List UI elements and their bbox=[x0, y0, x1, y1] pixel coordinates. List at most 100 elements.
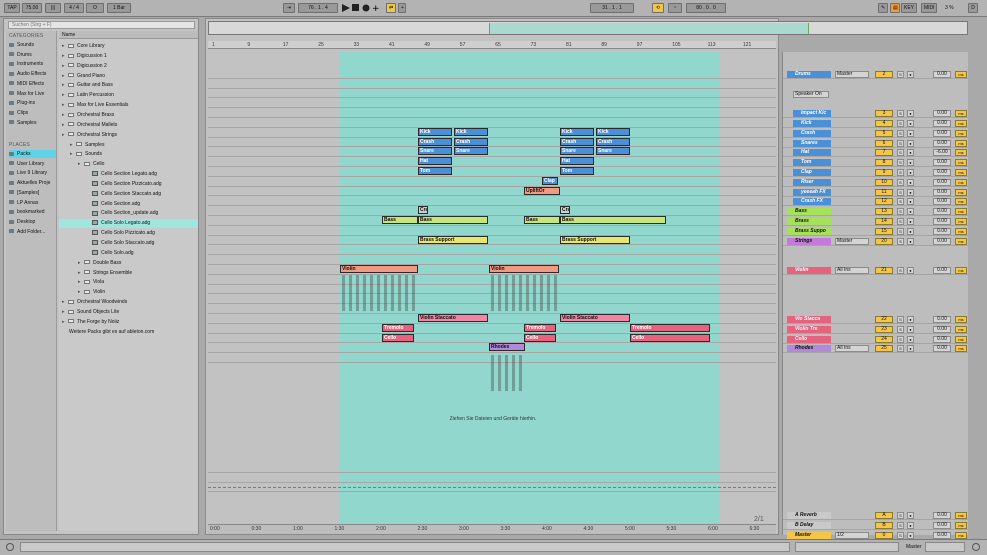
file-row[interactable]: ▸ Violin bbox=[59, 288, 198, 297]
solo-button[interactable]: S bbox=[897, 178, 904, 186]
arm-button[interactable]: ● bbox=[907, 159, 914, 167]
arm-button[interactable]: ● bbox=[907, 237, 914, 245]
file-row[interactable]: Cello Section Staccato.adg bbox=[59, 190, 198, 199]
file-row[interactable]: Cello Solo.adg bbox=[59, 249, 198, 258]
delay-unit[interactable]: ms bbox=[955, 159, 967, 167]
volume-field[interactable]: 0.00 bbox=[933, 218, 951, 225]
volume-field[interactable]: 0.00 bbox=[933, 531, 951, 539]
browser-search-input[interactable]: Suchen (Strg + F) bbox=[8, 21, 195, 29]
tap-button[interactable]: TAP bbox=[4, 3, 20, 13]
loop-start[interactable]: 31 . 1 . 1 bbox=[590, 3, 634, 13]
loop-length[interactable]: 80 . 0 . 0 bbox=[686, 3, 726, 13]
device-view-selector[interactable] bbox=[925, 542, 965, 552]
category-item[interactable]: Plug-ins bbox=[9, 99, 56, 107]
arrangement-clip[interactable]: Bass bbox=[418, 216, 488, 224]
track-activator[interactable]: 7 bbox=[875, 149, 893, 157]
arrangement-clip[interactable]: Tremolo bbox=[630, 323, 710, 332]
arrangement-clip[interactable]: Kick bbox=[454, 127, 488, 136]
track-activator[interactable]: A bbox=[875, 512, 893, 519]
arrangement-clip[interactable]: Violin Staccato bbox=[560, 314, 630, 322]
volume-field[interactable]: 0.00 bbox=[933, 129, 951, 137]
track-name[interactable]: Riser bbox=[793, 178, 831, 186]
record-icon[interactable] bbox=[362, 4, 370, 12]
solo-button[interactable]: S bbox=[897, 237, 904, 245]
beat-time-ruler[interactable]: 1 9 17 25 33 41 49 57 65 73 81 89 97 105 113 121 bbox=[208, 41, 776, 49]
track-name[interactable]: Snares bbox=[793, 139, 831, 147]
track-name[interactable]: Brass Suppo bbox=[787, 227, 831, 235]
file-row[interactable]: ▸ Digicussion 1 bbox=[59, 52, 198, 61]
arm-button[interactable]: ● bbox=[907, 110, 914, 118]
volume-field[interactable]: 0.00 bbox=[933, 120, 951, 127]
file-row[interactable]: Cello Section Pizzicato.adg bbox=[59, 180, 198, 189]
solo-button[interactable]: S bbox=[897, 139, 904, 147]
file-row[interactable]: ▸ Orchestral Mallets bbox=[59, 121, 198, 130]
arrangement-clip[interactable]: UpliftOr bbox=[524, 186, 560, 195]
arm-button[interactable]: ● bbox=[907, 325, 914, 333]
track-name[interactable]: Kick bbox=[793, 120, 831, 127]
arm-button[interactable]: ● bbox=[907, 208, 914, 216]
track-activator[interactable]: 10 bbox=[875, 178, 893, 186]
file-row[interactable]: ▸ Orchestral Woodwinds bbox=[59, 298, 198, 307]
delay-unit[interactable]: ms bbox=[955, 169, 967, 176]
volume-field[interactable]: 0.00 bbox=[933, 159, 951, 167]
arrangement-clip[interactable]: Cra bbox=[560, 206, 570, 215]
place-item[interactable]: Packs bbox=[9, 150, 56, 158]
volume-field[interactable]: 0.00 bbox=[933, 110, 951, 118]
file-row[interactable]: ▸ Grand Piano bbox=[59, 72, 198, 81]
metronome-icon[interactable]: ||| bbox=[45, 3, 61, 13]
arrangement-clip[interactable]: Crash bbox=[454, 137, 488, 146]
track-name[interactable]: Tom bbox=[793, 159, 831, 167]
arrangement-clip[interactable]: Bass bbox=[524, 216, 560, 224]
arrangement-clip[interactable]: Brass Support bbox=[560, 235, 630, 244]
volume-field[interactable]: 0.00 bbox=[933, 512, 951, 519]
solo-button[interactable]: S bbox=[897, 169, 904, 176]
volume-field[interactable]: 0.00 bbox=[933, 178, 951, 186]
arrangement-clip[interactable]: Bass bbox=[382, 216, 418, 224]
file-row[interactable]: Cello Solo Staccato.adg bbox=[59, 239, 198, 248]
arrangement-clip[interactable]: Bass bbox=[560, 216, 666, 224]
arm-button[interactable]: ● bbox=[907, 198, 914, 206]
track-activator[interactable]: 0 bbox=[875, 531, 893, 539]
file-row[interactable]: ▸ Strings Ensemble bbox=[59, 269, 198, 278]
place-item[interactable]: Live 9 Library bbox=[9, 169, 56, 177]
solo-button[interactable]: S bbox=[897, 129, 904, 137]
volume-field[interactable]: 0.00 bbox=[933, 227, 951, 235]
arrangement-clip[interactable]: Snare bbox=[418, 147, 452, 156]
track-activator[interactable]: 20 bbox=[875, 237, 893, 245]
track-name[interactable]: Violin Tre bbox=[787, 325, 831, 333]
arm-button[interactable]: ● bbox=[907, 267, 914, 274]
track-name[interactable]: Brass bbox=[787, 218, 831, 225]
input-output-select[interactable]: Master bbox=[835, 71, 869, 78]
arrangement-clip[interactable]: Clap bbox=[542, 176, 558, 185]
track-activator[interactable]: 22 bbox=[875, 316, 893, 323]
time-signature[interactable]: 4 / 4 bbox=[64, 3, 84, 13]
track-name[interactable]: Drums bbox=[787, 71, 831, 78]
track-activator[interactable]: 13 bbox=[875, 208, 893, 216]
arrangement-clip[interactable]: Snare bbox=[560, 147, 594, 156]
track-name[interactable]: Rhodes bbox=[787, 345, 831, 353]
delay-unit[interactable]: ms bbox=[955, 227, 967, 235]
arm-button[interactable]: ● bbox=[907, 512, 914, 519]
loop-switch-icon[interactable]: ⟲ bbox=[652, 3, 664, 13]
arrangement-clip[interactable]: Crash bbox=[596, 137, 630, 146]
track-name[interactable]: yeeeah FX bbox=[793, 188, 831, 196]
punch-in-icon[interactable]: ~ bbox=[668, 3, 682, 13]
file-row[interactable]: Cello Solo Legato.adg bbox=[59, 219, 198, 229]
arrangement-clip[interactable]: Snare bbox=[596, 147, 630, 156]
solo-button[interactable]: S bbox=[897, 335, 904, 343]
track-name[interactable]: Cello bbox=[787, 335, 831, 343]
automation-arm-icon[interactable]: ⇄ bbox=[386, 3, 396, 13]
arrangement-clip[interactable]: Tom bbox=[560, 167, 594, 175]
input-output-select[interactable]: All Ins bbox=[835, 267, 869, 274]
volume-field[interactable]: 0.00 bbox=[933, 71, 951, 78]
category-item[interactable]: Clips bbox=[9, 109, 56, 117]
delay-unit[interactable]: ms bbox=[955, 218, 967, 225]
arm-button[interactable]: ● bbox=[907, 169, 914, 176]
track-name[interactable]: Clap bbox=[793, 169, 831, 176]
track-activator[interactable]: 5 bbox=[875, 129, 893, 137]
volume-field[interactable]: 0.00 bbox=[933, 345, 951, 353]
track-activator[interactable]: 8 bbox=[875, 159, 893, 167]
track-name[interactable]: B Delay bbox=[787, 521, 831, 529]
delay-unit[interactable]: ms bbox=[955, 139, 967, 147]
file-row[interactable]: ▸ Orchestral Strings bbox=[59, 131, 198, 140]
